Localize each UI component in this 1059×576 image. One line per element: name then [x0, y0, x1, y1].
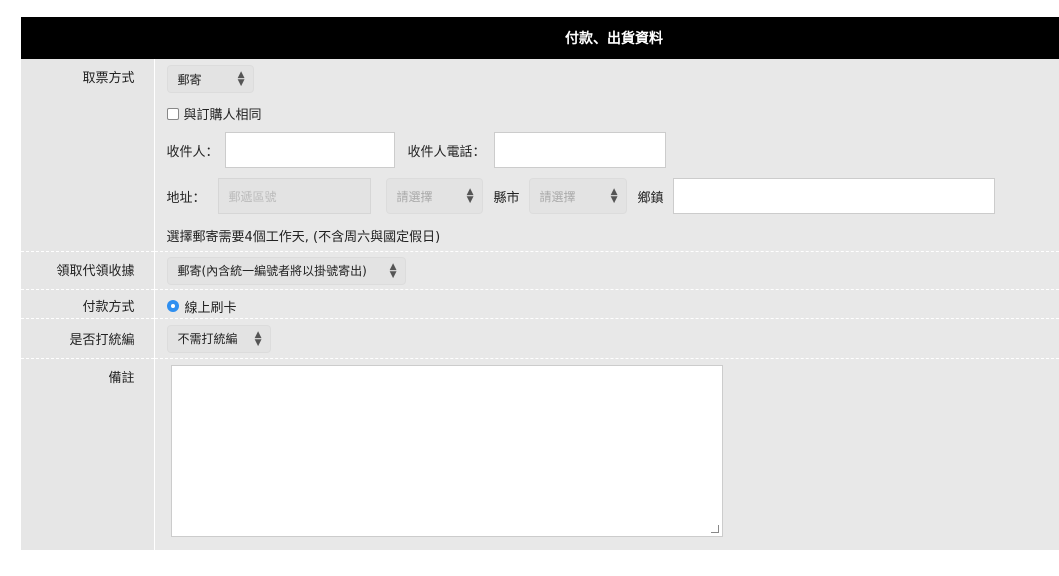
- town-value: 請選擇: [539, 189, 576, 204]
- select-arrows-icon: ▲ ▼: [237, 70, 245, 88]
- recipient-input[interactable]: [224, 132, 395, 168]
- county-select[interactable]: 請選擇 ▲ ▼: [385, 178, 483, 214]
- recipient-phone-input[interactable]: [493, 132, 666, 168]
- same-as-buyer-checkbox[interactable]: [166, 107, 179, 120]
- address-row: 地址： 郵遞區號 請選擇 ▲ ▼ 縣市 請選擇 ▲ ▼ 鄉鎮: [167, 178, 1059, 214]
- payment-radio[interactable]: [166, 300, 179, 312]
- same-as-buyer-row: 與訂購人相同: [166, 104, 1059, 123]
- tax-id-select[interactable]: 不需打統編 ▲ ▼: [166, 324, 271, 353]
- select-arrows-icon: ▲ ▼: [466, 187, 474, 205]
- resize-grip-icon[interactable]: [710, 524, 719, 533]
- receipt-cell: 郵寄(內含統一編號者將以掛號寄出) ▲ ▼: [153, 250, 1059, 289]
- recipient-label: 收件人：: [166, 144, 219, 160]
- payment-shipping-panel: 付款、出貨資料 取票方式 郵寄 ▲ ▼ 與訂購人相同 收件人： 收件人電話： 地…: [21, 17, 1059, 550]
- zip-code-input[interactable]: 郵遞區號: [217, 178, 371, 214]
- payment-option-label: 線上刷卡: [184, 300, 237, 316]
- section-title: 付款、出貨資料: [565, 31, 663, 47]
- remarks-textarea[interactable]: [170, 364, 723, 537]
- receipt-select[interactable]: 郵寄(內含統一編號者將以掛號寄出) ▲ ▼: [166, 256, 406, 285]
- receipt-label: 領取代領收據: [21, 250, 154, 289]
- recipient-row: 收件人： 收件人電話：: [167, 132, 1059, 168]
- ticket-method-select[interactable]: 郵寄 ▲ ▼: [166, 65, 254, 93]
- county-value: 請選擇: [396, 189, 433, 204]
- receipt-value: 郵寄(內含統一編號者將以掛號寄出): [177, 264, 367, 278]
- town-suffix: 鄉鎮: [637, 190, 664, 206]
- form-table: 取票方式 郵寄 ▲ ▼ 與訂購人相同 收件人： 收件人電話： 地址： 郵遞區號 …: [21, 59, 1059, 550]
- remarks-cell: [153, 357, 1059, 550]
- select-arrows-icon: ▲ ▼: [610, 187, 618, 205]
- payment-cell: 線上刷卡: [153, 288, 1059, 318]
- row-receipt: 領取代領收據 郵寄(內含統一編號者將以掛號寄出) ▲ ▼: [21, 250, 1059, 289]
- row-ticket-method: 取票方式 郵寄 ▲ ▼ 與訂購人相同 收件人： 收件人電話： 地址： 郵遞區號 …: [21, 59, 1059, 251]
- town-select[interactable]: 請選擇 ▲ ▼: [528, 178, 627, 214]
- select-arrows-icon: ▲ ▼: [389, 261, 397, 280]
- ticket-method-value: 郵寄: [177, 72, 202, 87]
- ticket-method-cell: 郵寄 ▲ ▼ 與訂購人相同 收件人： 收件人電話： 地址： 郵遞區號 請選擇 ▲…: [153, 59, 1059, 251]
- row-payment: 付款方式 線上刷卡: [21, 288, 1059, 318]
- remarks-label: 備註: [21, 357, 154, 550]
- row-tax-id: 是否打統編 不需打統編 ▲ ▼: [21, 317, 1059, 358]
- row-remarks: 備註: [21, 357, 1059, 550]
- tax-id-cell: 不需打統編 ▲ ▼: [153, 317, 1059, 358]
- address-label: 地址：: [166, 190, 206, 206]
- same-as-buyer-label: 與訂購人相同: [183, 108, 262, 123]
- shipping-note: 選擇郵寄需要4個工作天, (不含周六與國定假日): [166, 230, 441, 245]
- select-arrows-icon: ▲ ▼: [254, 329, 262, 348]
- tax-id-label: 是否打統編: [21, 317, 154, 358]
- address-detail-input[interactable]: [672, 178, 995, 214]
- ticket-method-label: 取票方式: [21, 59, 154, 251]
- recipient-phone-label: 收件人電話：: [407, 144, 486, 160]
- payment-label: 付款方式: [21, 288, 154, 318]
- section-header: 付款、出貨資料: [21, 17, 1059, 59]
- county-suffix: 縣市: [493, 190, 520, 206]
- tax-id-value: 不需打統編: [177, 332, 238, 346]
